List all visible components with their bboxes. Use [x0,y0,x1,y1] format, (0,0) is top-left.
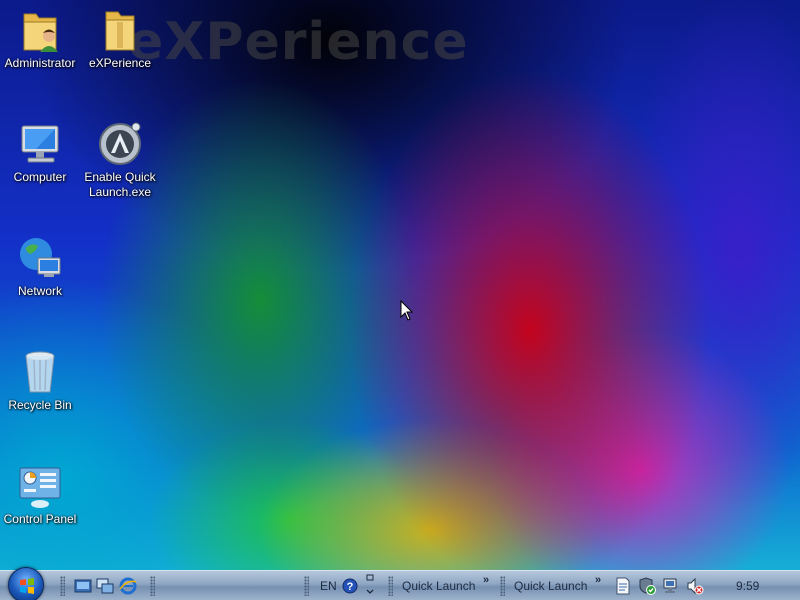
toolbar-grip[interactable] [304,576,309,596]
control-panel-icon [16,462,64,510]
quick-launch-toolbar-label[interactable]: Quick Launch [514,579,587,593]
network-globe-icon [16,234,64,282]
restore-language-bar-icon[interactable] [364,573,376,594]
clock[interactable]: 9:59 [736,579,759,593]
desktop-icon-label: Recycle Bin [8,398,72,412]
network-status-icon[interactable] [662,577,680,595]
folder-icon [96,6,144,54]
toolbar-grip[interactable] [150,576,155,596]
desktop-icon-label: Network [17,284,62,298]
desktop-icon-label: eXPerience [88,56,152,70]
desktop-icon-label: Enable Quick Launch.exe [84,170,156,199]
document-icon[interactable] [614,577,632,595]
windows-start-orb-icon[interactable] [8,567,44,600]
desktop-icon-enable-quick-launch[interactable]: Enable Quick Launch.exe [80,120,160,200]
desktop-icon-network[interactable]: Network [0,234,80,299]
desktop-icon-control-panel[interactable]: Control Panel [0,462,80,527]
toolbar-grip[interactable] [500,576,505,596]
quick-launch-toolbar-label[interactable]: Quick Launch [402,579,475,593]
toolbar-grip[interactable] [388,576,393,596]
svg-text:?: ? [347,581,354,593]
desktop-icon-label: Computer [13,170,67,184]
show-desktop-icon[interactable] [74,577,92,595]
recycle-bin-icon [16,348,64,396]
desktop-icon-recycle-bin[interactable]: Recycle Bin [0,348,80,413]
chevron-right-icon[interactable]: » [483,574,489,586]
desktop-icon-label: Control Panel [3,512,77,526]
help-icon[interactable]: ? [341,577,359,595]
language-indicator[interactable]: EN [320,579,337,593]
desktop-icon-label: Administrator [4,56,76,70]
taskbar: EN ? Quick Launch » Quick Launch » 9:59 [0,567,800,600]
computer-icon [16,120,64,168]
desktop-icon-administrator[interactable]: Administrator [0,6,80,71]
user-folder-icon [16,6,64,54]
wallpaper-watermark: eXPerience [128,12,469,72]
toolbar-grip[interactable] [60,576,65,596]
mouse-cursor-icon [400,300,414,321]
aimp-app-icon [96,120,144,168]
chevron-right-icon[interactable]: » [595,574,601,586]
desktop-icon-computer[interactable]: Computer [0,120,80,185]
volume-muted-icon[interactable] [686,577,704,595]
desktop-icon-experience[interactable]: eXPerience [80,6,160,71]
security-shield-icon[interactable] [638,577,656,595]
internet-explorer-icon[interactable] [119,577,137,595]
switch-windows-icon[interactable] [96,577,114,595]
